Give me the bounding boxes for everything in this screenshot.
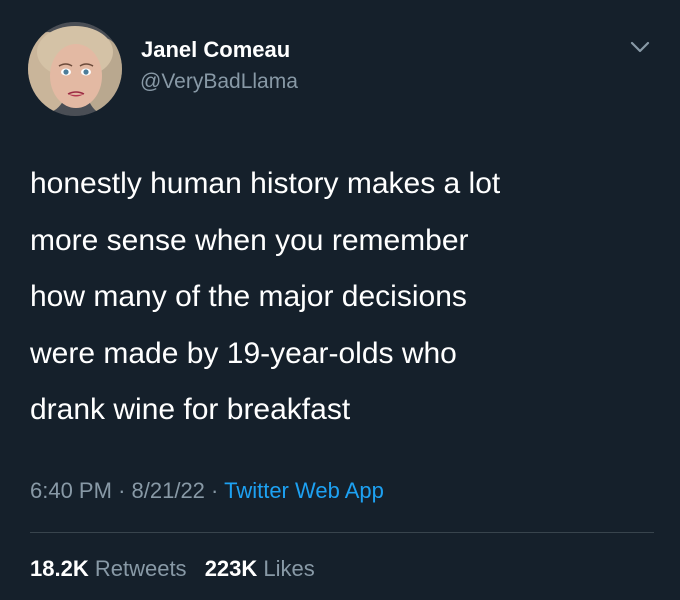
tweet-text: honestly human history makes a lot more … [30, 156, 660, 439]
tweet-text-line: were made by 19-year-olds who [30, 336, 457, 370]
retweets-count: 18.2K [30, 556, 89, 581]
tweet-time[interactable]: 6:40 PM [30, 478, 112, 503]
tweet-meta: 6:40 PM · 8/21/22 · Twitter Web App [30, 478, 384, 504]
tweet-card: Janel Comeau @VeryBadLlama honestly huma… [0, 0, 680, 600]
retweets-label: Retweets [94, 556, 187, 581]
profile-photo-icon [28, 22, 122, 116]
tweet-text-line: honestly human history makes a lot [30, 167, 501, 200]
tweet-text-line: more sense when you remember [30, 223, 469, 257]
chevron-down-icon [630, 41, 650, 53]
tweet-text-line: drank wine for breakfast [30, 393, 351, 426]
retweets-stat[interactable]: 18.2K Retweets [30, 556, 187, 581]
tweet-date[interactable]: 8/21/22 [132, 478, 205, 503]
likes-stat[interactable]: 223K Likes [205, 556, 315, 581]
meta-separator: · [118, 478, 126, 503]
tweet-stats: 18.2K Retweets 223K Likes [30, 556, 315, 582]
tweet-text-line: how many of the major decisions [30, 280, 467, 313]
avatar[interactable] [28, 22, 122, 116]
tweet-source-link[interactable]: Twitter Web App [224, 478, 384, 503]
meta-separator: · [211, 478, 219, 503]
likes-count: 223K [204, 556, 258, 581]
divider [30, 532, 654, 533]
tweet-menu-button[interactable] [626, 36, 654, 58]
likes-label: Likes [263, 556, 315, 581]
author-display-name[interactable]: Janel Comeau [141, 37, 290, 63]
author-handle[interactable]: @VeryBadLlama [140, 70, 298, 94]
